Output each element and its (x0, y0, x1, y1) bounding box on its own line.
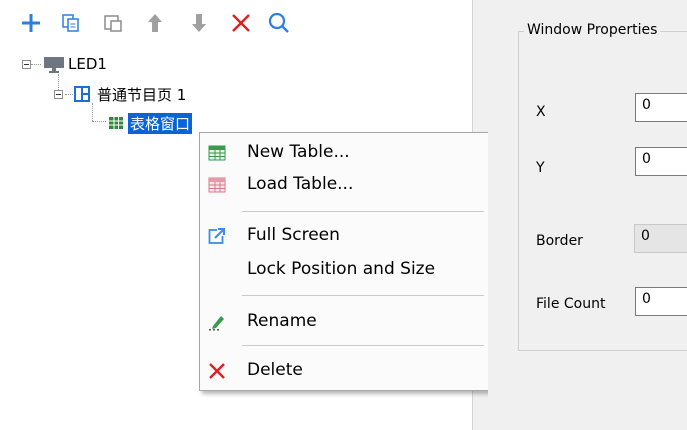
file-count-label: File Count (536, 296, 606, 312)
tree-node-label-selected: 表格窗口 (128, 112, 193, 134)
menu-separator (242, 345, 484, 346)
program-page-icon (74, 86, 90, 102)
search-icon (268, 12, 289, 33)
group-title: Window Properties (524, 22, 661, 38)
file-count-input[interactable]: 0 (635, 287, 687, 316)
menu-separator (242, 211, 484, 212)
paste-button[interactable] (98, 8, 128, 38)
delete-button[interactable] (226, 8, 256, 38)
properties-panel: Window Properties X 0 Y 0 Border 0 File … (488, 0, 687, 430)
menu-item-load-table[interactable]: Load Table... (200, 169, 489, 201)
menu-item-full-screen[interactable]: Full Screen (200, 220, 489, 252)
full-screen-icon (208, 228, 225, 244)
menu-item-label: Delete (247, 360, 303, 380)
tree-connector (92, 103, 93, 121)
tree-toolbar (0, 0, 473, 44)
tree-node-program[interactable]: 普通节目页 1 (54, 83, 186, 105)
add-button[interactable] (16, 8, 46, 38)
border-input: 0 (634, 224, 687, 253)
y-label: Y (536, 160, 545, 176)
menu-item-label: Full Screen (247, 225, 340, 245)
delete-x-icon (232, 14, 250, 32)
menu-item-label: New Table... (247, 142, 350, 162)
menu-item-delete[interactable]: Delete (200, 355, 489, 387)
table-window-icon (109, 117, 123, 129)
menu-item-label: Rename (247, 311, 317, 331)
tree-node-label: LED1 (68, 55, 107, 73)
y-input[interactable]: 0 (635, 147, 687, 176)
delete-x-icon (209, 363, 225, 379)
search-button[interactable] (264, 8, 294, 38)
copy-button[interactable] (56, 8, 86, 38)
menu-item-label: Lock Position and Size (247, 259, 436, 279)
tree-node-table-window[interactable]: 表格窗口 (108, 112, 193, 134)
new-table-icon (208, 145, 226, 161)
tree-node-screen[interactable]: LED1 (22, 53, 107, 75)
x-input[interactable]: 0 (635, 93, 687, 122)
arrow-down-icon (192, 14, 206, 32)
context-menu: New Table... Load Table... Full Screen L… (199, 132, 490, 391)
menu-item-lock-position-size[interactable]: Lock Position and Size (200, 254, 489, 286)
menu-item-label: Load Table... (247, 174, 354, 194)
rename-pen-icon (209, 316, 224, 331)
border-label: Border (536, 233, 583, 249)
menu-separator (242, 295, 484, 296)
menu-item-rename[interactable]: Rename (200, 306, 489, 338)
copy-icon (62, 14, 79, 32)
move-down-button[interactable] (184, 8, 214, 38)
paste-icon (104, 15, 122, 32)
arrow-up-icon (148, 14, 162, 32)
plus-icon (22, 14, 40, 32)
move-up-button[interactable] (140, 8, 170, 38)
monitor-icon (44, 57, 64, 73)
menu-item-new-table[interactable]: New Table... (200, 137, 489, 169)
tree-connector (92, 121, 106, 122)
x-label: X (536, 104, 546, 120)
load-table-icon (208, 177, 226, 193)
tree-node-label: 普通节目页 1 (97, 85, 187, 104)
collapse-toggle[interactable] (22, 59, 31, 69)
collapse-toggle[interactable] (54, 89, 63, 99)
